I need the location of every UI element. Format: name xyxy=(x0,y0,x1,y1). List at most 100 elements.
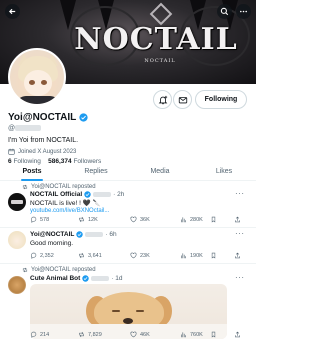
back-arrow-icon xyxy=(8,8,16,15)
post-time[interactable]: · 6h xyxy=(105,231,116,238)
repost-indicator: Yoi@NOCTAIL reposted xyxy=(22,184,96,190)
calendar-icon xyxy=(8,148,15,155)
repost-button[interactable]: 12K xyxy=(78,216,98,223)
post-author-avatar[interactable] xyxy=(8,193,26,211)
bookmark-icon xyxy=(211,252,216,259)
redacted-handle xyxy=(15,125,42,132)
profile-bio: I'm Yoi from NOCTAIL. xyxy=(8,137,79,144)
tab-posts[interactable]: Posts xyxy=(0,164,64,181)
views-chart-icon xyxy=(181,253,186,259)
post-author-name[interactable]: Yoi@NOCTAIL xyxy=(30,231,74,238)
back-button[interactable] xyxy=(5,4,20,19)
like-count: 36K xyxy=(140,216,150,223)
post-more-button[interactable]: ··· xyxy=(235,189,245,198)
repost-count: 12K xyxy=(88,216,98,223)
post-author-avatar[interactable] xyxy=(8,231,26,249)
envelope-icon xyxy=(178,96,187,103)
post-divider xyxy=(0,263,256,264)
verified-badge-icon xyxy=(76,231,84,238)
views-button[interactable]: 190K xyxy=(180,252,203,259)
avatar-eye xyxy=(41,80,47,85)
repost-icon xyxy=(22,184,28,190)
repost-label: Yoi@NOCTAIL reposted xyxy=(31,267,96,273)
like-button[interactable]: 36K xyxy=(130,216,150,223)
reply-count: 578 xyxy=(40,216,50,223)
puppy-eye xyxy=(136,310,144,312)
banner-logo: NOCTAIL xyxy=(74,22,238,57)
post-header: Yoi@NOCTAIL · 6h xyxy=(30,231,117,238)
views-button[interactable]: 760K xyxy=(180,331,203,338)
views-count: 280K xyxy=(190,216,203,223)
bookmark-button[interactable] xyxy=(210,331,217,338)
joined-date: Joined X August 2023 xyxy=(18,148,77,155)
repost-count: 7,829 xyxy=(88,331,102,338)
profile-avatar[interactable] xyxy=(8,48,66,106)
post-text: Good morning. xyxy=(30,240,73,247)
more-options-button[interactable] xyxy=(236,4,251,19)
bookmark-button[interactable] xyxy=(210,216,217,223)
repost-icon xyxy=(22,267,28,273)
profile-tabs: Posts Replies Media Likes xyxy=(0,164,256,181)
redacted-handle xyxy=(85,232,104,237)
following-button[interactable]: Following xyxy=(195,90,247,109)
message-button[interactable] xyxy=(173,90,192,109)
repost-icon xyxy=(79,216,84,223)
search-icon xyxy=(220,7,229,16)
heart-icon xyxy=(130,252,137,259)
share-icon xyxy=(235,252,240,259)
share-button[interactable] xyxy=(234,216,241,223)
verified-badge-icon[interactable] xyxy=(79,113,88,122)
reply-icon xyxy=(31,331,37,338)
search-button[interactable] xyxy=(217,4,232,19)
repost-indicator: Yoi@NOCTAIL reposted xyxy=(22,267,96,273)
verified-badge-icon xyxy=(82,275,90,282)
post-author-avatar[interactable] xyxy=(8,276,26,294)
tab-replies[interactable]: Replies xyxy=(64,164,128,180)
tab-likes[interactable]: Likes xyxy=(192,164,256,180)
views-button[interactable]: 280K xyxy=(180,216,203,223)
post-author-name[interactable]: Cute Animal Bot xyxy=(30,275,80,282)
like-button[interactable]: 46K xyxy=(130,331,150,338)
post-actions: 578 12K 36K 280K xyxy=(30,216,248,225)
bookmark-icon xyxy=(211,216,216,223)
repost-icon xyxy=(79,252,84,259)
share-icon xyxy=(235,216,240,223)
profile-name-row: Yoi@NOCTAIL xyxy=(8,112,88,123)
post-actions: 2,352 3,641 23K 190K xyxy=(30,252,248,261)
notifications-button[interactable] xyxy=(153,90,172,109)
share-button[interactable] xyxy=(234,331,241,338)
profile-handle: @ xyxy=(8,125,42,132)
reply-button[interactable]: 2,352 xyxy=(30,252,54,259)
share-button[interactable] xyxy=(234,252,241,259)
post-time[interactable]: · 2h xyxy=(113,191,124,198)
post-time[interactable]: · 1d xyxy=(111,275,122,282)
share-icon xyxy=(235,331,240,338)
post-more-button[interactable]: ··· xyxy=(235,273,245,282)
reply-count: 214 xyxy=(40,331,50,338)
bookmark-icon xyxy=(211,331,216,338)
post-more-button[interactable]: ··· xyxy=(235,229,245,238)
repost-button[interactable]: 3,641 xyxy=(78,252,102,259)
reply-icon xyxy=(31,252,37,259)
heart-icon xyxy=(130,216,137,223)
handle-prefix: @ xyxy=(8,125,16,132)
post-text: NOCTAIL is live! ! 🖤 🔪 xyxy=(30,200,101,207)
repost-count: 3,641 xyxy=(88,252,102,259)
joined-date-row: Joined X August 2023 xyxy=(8,148,76,155)
tab-media[interactable]: Media xyxy=(128,164,192,180)
profile-name: Yoi@NOCTAIL xyxy=(8,112,77,123)
avatar-eye xyxy=(29,80,35,85)
reply-button[interactable]: 214 xyxy=(30,331,49,338)
reply-count: 2,352 xyxy=(40,252,54,259)
bookmark-button[interactable] xyxy=(210,252,217,259)
reply-button[interactable]: 578 xyxy=(30,216,49,223)
puppy-eye xyxy=(112,310,120,312)
redacted-handle xyxy=(93,192,112,197)
like-button[interactable]: 23K xyxy=(130,252,150,259)
post-link[interactable]: youtube.com/live/BXNOctail... xyxy=(30,208,109,214)
repost-button[interactable]: 7,829 xyxy=(78,331,102,338)
post-actions: 214 7,829 46K 760K xyxy=(30,331,248,340)
post-author-name[interactable]: NOCTAIL Official xyxy=(30,191,82,198)
views-count: 760K xyxy=(190,331,203,338)
like-count: 23K xyxy=(140,252,150,259)
